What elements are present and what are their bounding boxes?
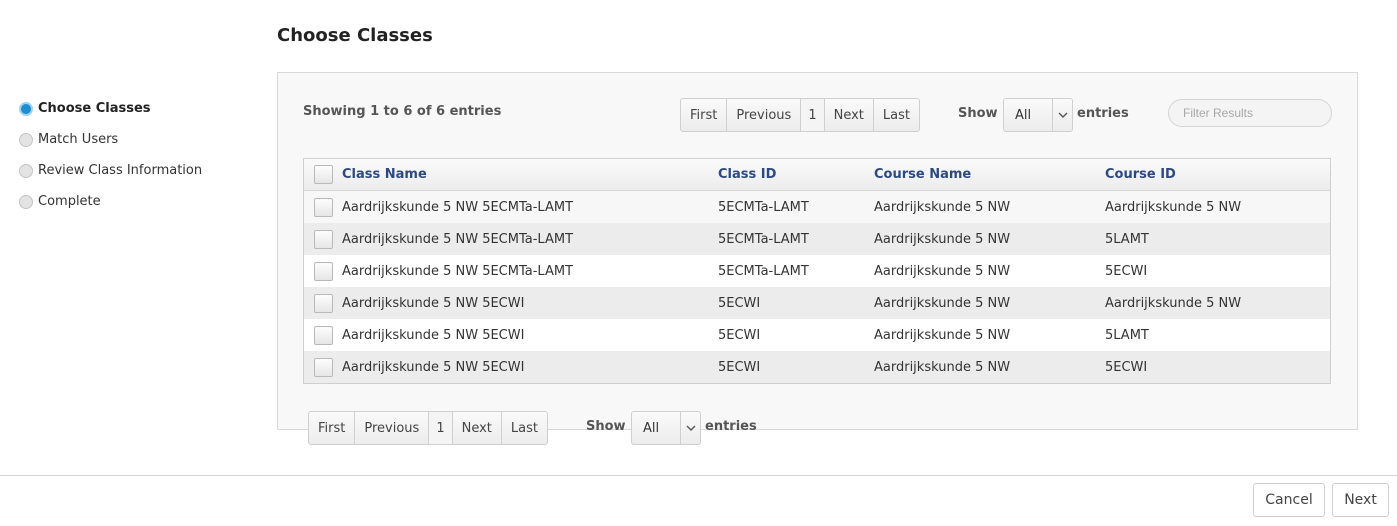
page-number-button[interactable]: 1 — [429, 412, 453, 444]
row-checkbox[interactable] — [313, 357, 333, 377]
page-length-select[interactable]: All — [631, 411, 701, 445]
row-checkbox-cell — [304, 357, 342, 377]
column-header-class-name[interactable]: Class Name — [342, 167, 718, 182]
next-page-button[interactable]: Next — [825, 99, 874, 131]
radio-dot-icon — [19, 132, 33, 147]
course-name-cell: Aardrijkskunde 5 NW — [874, 231, 1011, 247]
first-page-button[interactable]: First — [309, 412, 356, 444]
entries-label: entries — [1077, 106, 1129, 121]
page-length-value: All — [643, 420, 660, 436]
classes-table: Class Name Class ID Course Name Course I… — [303, 158, 1331, 384]
course-id-cell: 5LAMT — [1105, 231, 1149, 247]
row-checkbox-cell — [304, 325, 342, 345]
entries-label: entries — [705, 419, 757, 434]
row-checkbox[interactable] — [313, 325, 333, 345]
radio-dot-icon — [19, 163, 33, 178]
pagination-bottom: First Previous 1 Next Last — [308, 411, 548, 445]
table-row[interactable]: Aardrijkskunde 5 NW 5ECMTa-LAMT 5ECMTa-L… — [304, 255, 1330, 287]
course-id-cell: 5LAMT — [1105, 327, 1149, 343]
show-label: Show — [958, 106, 998, 121]
chevron-down-icon — [680, 412, 700, 444]
show-label: Show — [586, 419, 626, 434]
class-name-cell: Aardrijkskunde 5 NW 5ECMTa-LAMT — [342, 231, 574, 247]
step-label: Choose Classes — [38, 101, 151, 116]
class-name-cell: Aardrijkskunde 5 NW 5ECWI — [342, 327, 525, 343]
class-name-cell: Aardrijkskunde 5 NW 5ECWI — [342, 295, 525, 311]
select-all-checkbox[interactable] — [313, 165, 333, 184]
entries-info: Showing 1 to 6 of 6 entries — [303, 104, 502, 119]
radio-dot-icon — [19, 194, 33, 209]
step-label: Match Users — [38, 132, 119, 147]
page-number-button[interactable]: 1 — [801, 99, 825, 131]
next-button[interactable]: Next — [1332, 483, 1389, 517]
class-id-cell: 5ECWI — [718, 295, 761, 311]
page-title: Choose Classes — [277, 25, 433, 46]
class-id-cell: 5ECWI — [718, 327, 761, 343]
course-id-cell: Aardrijkskunde 5 NW — [1105, 199, 1242, 215]
course-name-cell: Aardrijkskunde 5 NW — [874, 359, 1011, 375]
first-page-button[interactable]: First — [681, 99, 728, 131]
row-checkbox-cell — [304, 197, 342, 217]
filter-results-input[interactable] — [1168, 99, 1332, 127]
course-name-cell: Aardrijkskunde 5 NW — [874, 263, 1011, 279]
column-header-class-id[interactable]: Class ID — [718, 167, 874, 182]
course-id-cell: Aardrijkskunde 5 NW — [1105, 295, 1242, 311]
class-name-cell: Aardrijkskunde 5 NW 5ECMTa-LAMT — [342, 199, 574, 215]
row-checkbox-cell — [304, 293, 342, 313]
step-complete[interactable]: Complete — [19, 186, 202, 217]
row-checkbox-cell — [304, 261, 342, 281]
step-review-class-information[interactable]: Review Class Information — [19, 155, 202, 186]
class-id-cell: 5ECMTa-LAMT — [718, 199, 809, 215]
page-length-value: All — [1015, 107, 1032, 123]
previous-page-button[interactable]: Previous — [727, 99, 802, 131]
course-id-cell: 5ECWI — [1105, 263, 1148, 279]
table-row[interactable]: Aardrijkskunde 5 NW 5ECMTa-LAMT 5ECMTa-L… — [304, 191, 1330, 223]
table-row[interactable]: Aardrijkskunde 5 NW 5ECWI 5ECWI Aardrijk… — [304, 319, 1330, 351]
course-name-cell: Aardrijkskunde 5 NW — [874, 295, 1011, 311]
step-choose-classes[interactable]: Choose Classes — [19, 93, 202, 124]
row-checkbox[interactable] — [313, 229, 333, 249]
footer-divider — [0, 475, 1398, 476]
course-name-cell: Aardrijkskunde 5 NW — [874, 327, 1011, 343]
row-checkbox[interactable] — [313, 261, 333, 281]
pagination-top: First Previous 1 Next Last — [680, 98, 920, 132]
next-page-button[interactable]: Next — [453, 412, 502, 444]
last-page-button[interactable]: Last — [502, 412, 547, 444]
step-label: Review Class Information — [38, 163, 203, 178]
page-length-select[interactable]: All — [1003, 98, 1073, 132]
radio-dot-icon — [19, 101, 33, 116]
course-id-cell: 5ECWI — [1105, 359, 1148, 375]
step-label: Complete — [38, 194, 101, 209]
class-name-cell: Aardrijkskunde 5 NW 5ECMTa-LAMT — [342, 263, 574, 279]
chevron-down-icon — [1052, 99, 1072, 131]
table-row[interactable]: Aardrijkskunde 5 NW 5ECMTa-LAMT 5ECMTa-L… — [304, 223, 1330, 255]
table-row[interactable]: Aardrijkskunde 5 NW 5ECWI 5ECWI Aardrijk… — [304, 351, 1330, 383]
row-checkbox-cell — [304, 229, 342, 249]
column-header-course-id[interactable]: Course ID — [1105, 167, 1330, 182]
step-match-users[interactable]: Match Users — [19, 124, 202, 155]
row-checkbox[interactable] — [313, 293, 333, 313]
table-row[interactable]: Aardrijkskunde 5 NW 5ECWI 5ECWI Aardrijk… — [304, 287, 1330, 319]
column-header-course-name[interactable]: Course Name — [874, 167, 1105, 182]
cancel-button[interactable]: Cancel — [1253, 483, 1325, 517]
class-id-cell: 5ECMTa-LAMT — [718, 263, 809, 279]
course-name-cell: Aardrijkskunde 5 NW — [874, 199, 1011, 215]
class-id-cell: 5ECWI — [718, 359, 761, 375]
previous-page-button[interactable]: Previous — [355, 412, 430, 444]
class-id-cell: 5ECMTa-LAMT — [718, 231, 809, 247]
table-header-row: Class Name Class ID Course Name Course I… — [304, 159, 1330, 191]
row-checkbox[interactable] — [313, 197, 333, 217]
select-all-cell — [304, 165, 342, 184]
last-page-button[interactable]: Last — [874, 99, 919, 131]
wizard-steps: Choose Classes Match Users Review Class … — [19, 93, 202, 217]
class-name-cell: Aardrijkskunde 5 NW 5ECWI — [342, 359, 525, 375]
